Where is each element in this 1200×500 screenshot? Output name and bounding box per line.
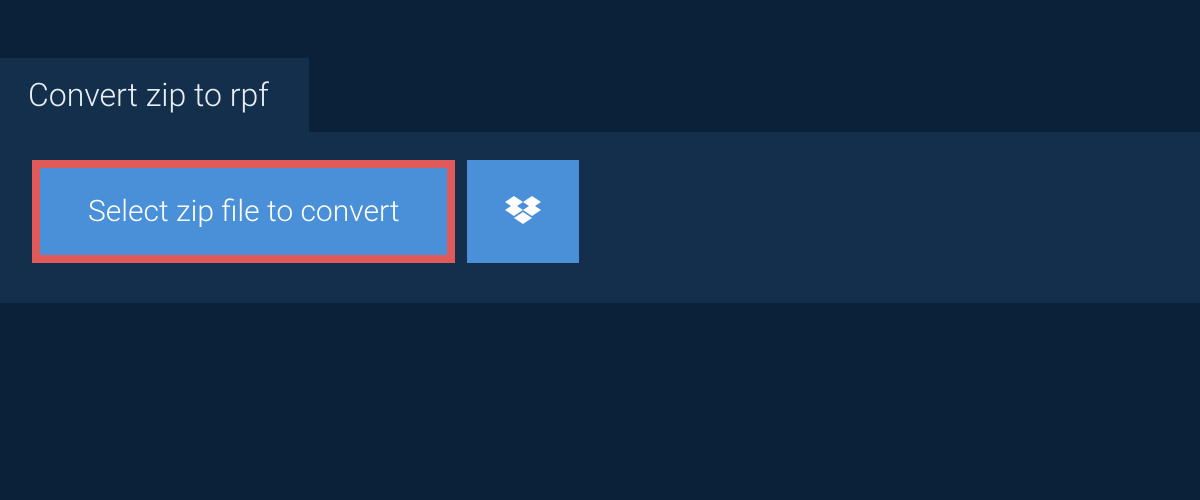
- select-file-label: Select zip file to convert: [88, 194, 399, 229]
- dropbox-icon: [505, 196, 541, 228]
- page-title: Convert zip to rpf: [28, 76, 269, 114]
- select-file-button[interactable]: Select zip file to convert: [32, 160, 455, 263]
- button-row: Select zip file to convert: [32, 160, 1168, 263]
- dropbox-button[interactable]: [467, 160, 579, 263]
- main-panel: Select zip file to convert: [0, 132, 1200, 303]
- tab-header: Convert zip to rpf: [0, 58, 309, 132]
